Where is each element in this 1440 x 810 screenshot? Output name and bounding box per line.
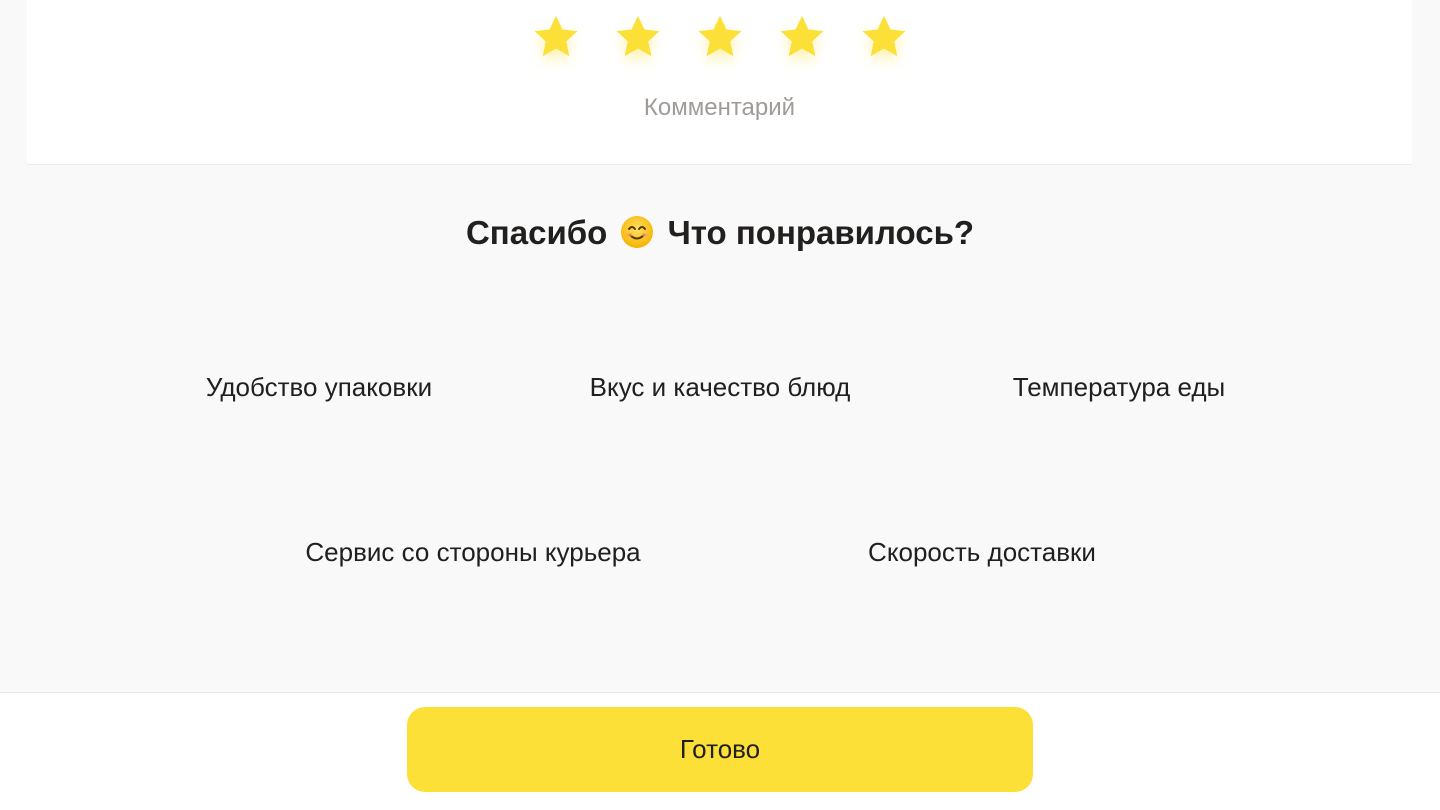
option-food-temperature[interactable]: Температура еды — [1013, 372, 1225, 403]
star-icon[interactable] — [859, 12, 909, 62]
star-icon[interactable] — [613, 12, 663, 62]
star-icon[interactable] — [531, 12, 581, 62]
star-rating — [27, 12, 1412, 62]
star-icon[interactable] — [695, 12, 745, 62]
bottom-bar: Готово — [0, 692, 1440, 810]
option-delivery-speed[interactable]: Скорость доставки — [868, 537, 1096, 568]
star-icon[interactable] — [777, 12, 827, 62]
done-button[interactable]: Готово — [407, 707, 1033, 792]
feedback-title-thanks: Спасибо — [465, 214, 608, 251]
rating-card: Комментарий — [27, 0, 1412, 165]
feedback-title: Спасибо Что понравилось? — [0, 214, 1440, 252]
rating-screen: Комментарий Спасибо Что понравилось? Удо… — [0, 0, 1440, 810]
option-packaging[interactable]: Удобство упаковки — [206, 372, 432, 403]
option-taste-quality[interactable]: Вкус и качество блюд — [590, 372, 851, 403]
comment-field[interactable]: Комментарий — [27, 94, 1412, 122]
smiling-face-icon — [620, 215, 654, 249]
feedback-title-question: Что понравилось? — [667, 214, 975, 251]
option-courier-service[interactable]: Сервис со стороны курьера — [305, 537, 640, 568]
